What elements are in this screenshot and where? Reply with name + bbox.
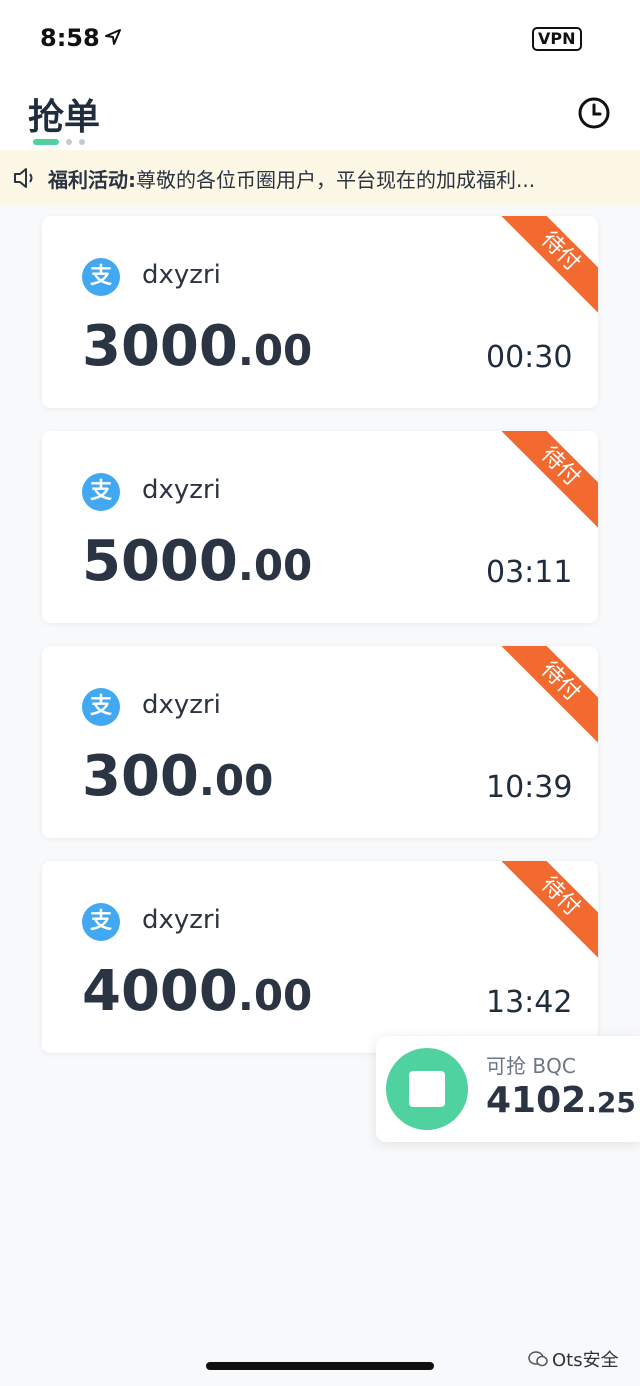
- alipay-icon: 支: [82, 688, 120, 726]
- location-arrow-icon: [105, 29, 121, 45]
- page-dot: [66, 139, 72, 145]
- order-timer: 03:11: [486, 555, 573, 590]
- watermark-text: Ots安全: [552, 1350, 619, 1371]
- order-amount: 300.00: [82, 744, 273, 809]
- order-amount: 4000.00: [82, 959, 312, 1024]
- order-card[interactable]: 支 dxyzri 4000.00 13:42 待付: [42, 861, 598, 1053]
- order-timer: 13:42: [486, 985, 573, 1020]
- order-amount-decimal: .00: [198, 756, 274, 805]
- alipay-icon: 支: [82, 258, 120, 296]
- page-dot-active: [33, 139, 59, 145]
- order-amount: 3000.00: [82, 314, 312, 379]
- status-time: 8:58: [40, 24, 100, 52]
- order-amount-decimal: .00: [237, 541, 313, 590]
- status-ribbon: 待付: [492, 431, 598, 535]
- order-timer: 00:30: [486, 340, 573, 375]
- wechat-icon: [528, 1351, 548, 1367]
- speaker-icon: [14, 168, 33, 188]
- alipay-icon: 支: [82, 473, 120, 511]
- order-card[interactable]: 支 dxyzri 5000.00 03:11 待付: [42, 431, 598, 623]
- order-amount-integer: 4000: [82, 959, 238, 1024]
- home-indicator[interactable]: [206, 1362, 434, 1370]
- grab-balance-label: 可抢 BQC: [486, 1054, 576, 1078]
- order-amount-integer: 300: [82, 744, 199, 809]
- grab-toggle-button[interactable]: [386, 1048, 468, 1130]
- page-title: 抢单: [28, 97, 101, 138]
- status-ribbon: 待付: [492, 646, 598, 750]
- alipay-icon: 支: [82, 903, 120, 941]
- notice-bar[interactable]: 福利活动: 尊敬的各位币圈用户，平台现在的加成福利...: [0, 150, 640, 206]
- watermark: Ots安全: [528, 1346, 619, 1372]
- order-card[interactable]: 支 dxyzri 300.00 10:39 待付: [42, 646, 598, 838]
- notice-label: 福利活动:: [48, 167, 136, 192]
- notice-text: 尊敬的各位币圈用户，平台现在的加成福利...: [136, 167, 536, 192]
- status-ribbon: 待付: [492, 216, 598, 320]
- order-user: dxyzri: [142, 475, 221, 505]
- order-user: dxyzri: [142, 690, 221, 720]
- grab-balance-panel: 可抢 BQC 4102.25: [376, 1036, 640, 1142]
- header: 抢单: [0, 80, 640, 150]
- order-user: dxyzri: [142, 905, 221, 935]
- grab-balance-value: 4102.25: [486, 1080, 636, 1121]
- order-user: dxyzri: [142, 260, 221, 290]
- stop-icon: [409, 1071, 445, 1107]
- order-amount: 5000.00: [82, 529, 312, 594]
- order-amount-integer: 3000: [82, 314, 238, 379]
- vpn-badge: VPN: [532, 27, 582, 51]
- order-card[interactable]: 支 dxyzri 3000.00 00:30 待付: [42, 216, 598, 408]
- status-bar: 8:58 VPN: [0, 0, 640, 80]
- history-clock-icon[interactable]: [576, 95, 612, 131]
- order-amount-integer: 5000: [82, 529, 238, 594]
- grab-balance-decimal: .25: [586, 1086, 636, 1119]
- grab-balance-integer: 4102: [486, 1080, 587, 1121]
- order-amount-decimal: .00: [237, 326, 313, 375]
- order-amount-decimal: .00: [237, 971, 313, 1020]
- order-timer: 10:39: [486, 770, 573, 805]
- page-dot: [79, 139, 85, 145]
- status-ribbon: 待付: [492, 861, 598, 965]
